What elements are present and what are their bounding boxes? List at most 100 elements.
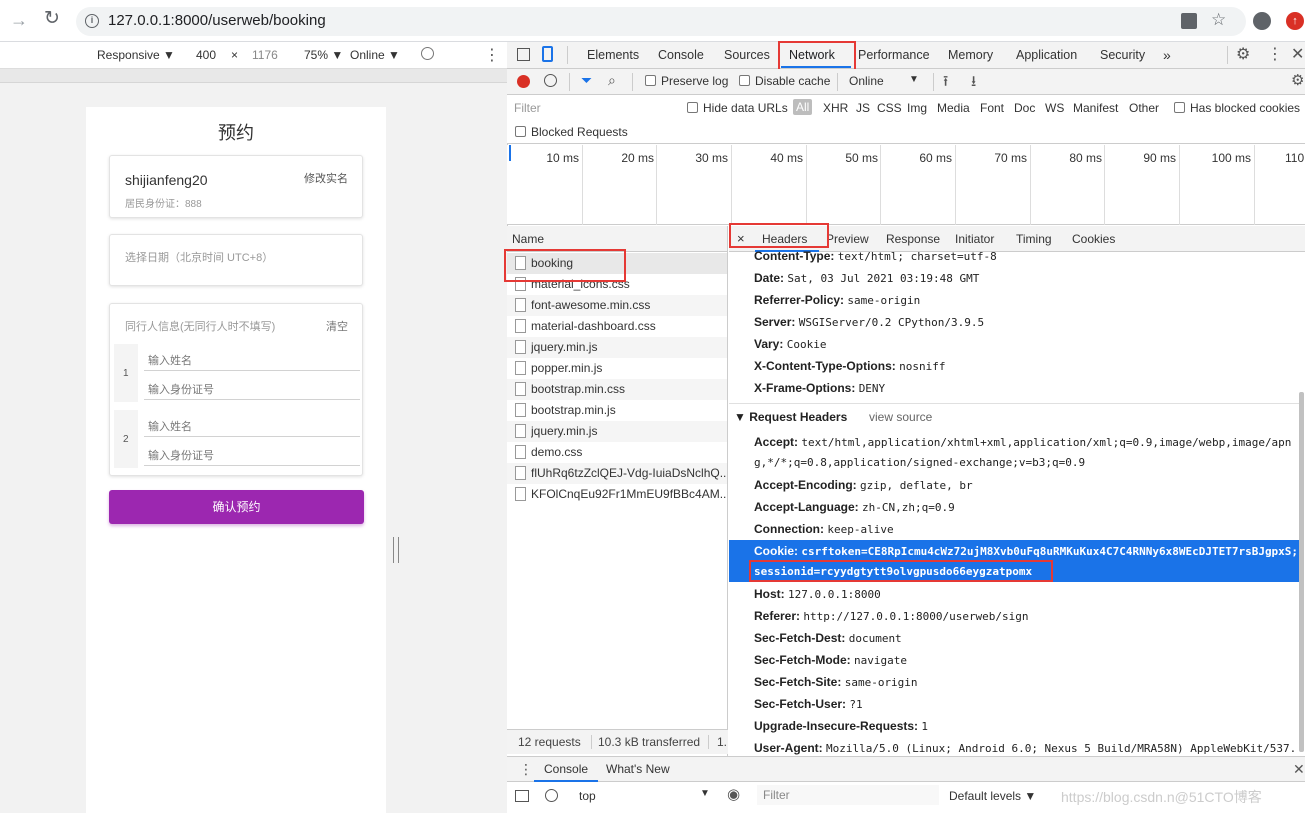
filter-input[interactable]: Filter: [511, 98, 675, 118]
filter-type-media[interactable]: Media: [937, 101, 970, 115]
filter-type-all[interactable]: All: [793, 99, 813, 115]
request-row[interactable]: material-dashboard.css: [507, 316, 727, 337]
avatar[interactable]: [1253, 12, 1271, 30]
default-levels-select[interactable]: Default levels ▼: [949, 789, 1036, 803]
url-text[interactable]: 127.0.0.1:8000/userweb/booking: [108, 12, 326, 30]
date-card[interactable]: 选择日期（北京时间 UTC+8）: [109, 234, 363, 286]
forward-icon[interactable]: →: [10, 11, 28, 29]
device-toggle-icon[interactable]: [542, 46, 553, 62]
zoom-select[interactable]: 75% ▼: [304, 48, 343, 62]
header-cookie-sessionid[interactable]: sessionid=rcyydgtytt9olvgpusdo66eygzatpo…: [754, 564, 1032, 580]
companion-name-input[interactable]: 输入姓名: [148, 418, 192, 434]
clear-console-icon[interactable]: [545, 789, 558, 802]
record-icon[interactable]: [517, 75, 530, 88]
network-settings-icon[interactable]: ⚙: [1291, 71, 1304, 89]
tab-security[interactable]: Security: [1100, 42, 1145, 68]
companion-name-input[interactable]: 输入姓名: [148, 352, 192, 368]
filter-type-img[interactable]: Img: [907, 101, 927, 115]
filter-type-ws[interactable]: WS: [1045, 101, 1064, 115]
clear-button[interactable]: 清空: [326, 318, 348, 334]
throttle-select[interactable]: Online ▼: [350, 48, 400, 62]
request-row[interactable]: jquery.min.js: [507, 421, 727, 442]
filter-type-doc[interactable]: Doc: [1014, 101, 1035, 115]
devtools-menu-icon[interactable]: ⋮: [1267, 44, 1283, 64]
request-row[interactable]: KFOlCnqEu92Fr1MmEU9fBBc4AM...: [507, 484, 727, 505]
disable-cache-checkbox[interactable]: Disable cache: [739, 74, 830, 88]
preserve-log-checkbox[interactable]: Preserve log: [645, 74, 728, 88]
rotate-icon[interactable]: [421, 47, 434, 60]
search-icon[interactable]: ⌕: [608, 72, 616, 89]
tab-memory[interactable]: Memory: [948, 42, 993, 68]
filter-type-xhr[interactable]: XHR: [823, 101, 848, 115]
console-filter-input[interactable]: Filter: [757, 785, 939, 805]
companion-id-input[interactable]: 输入身份证号: [148, 447, 214, 463]
header-cookie[interactable]: Cookie: csrftoken=CE8RpIcmu4cWz72ujM8Xvb…: [754, 543, 1298, 560]
detail-scrollbar[interactable]: [1299, 392, 1304, 752]
edit-name-link[interactable]: 修改实名: [304, 170, 348, 186]
tab-network[interactable]: Network: [789, 42, 835, 68]
device-width-input[interactable]: 400: [196, 48, 216, 62]
device-height-input[interactable]: 1176: [252, 48, 278, 62]
request-row[interactable]: booking: [507, 253, 727, 274]
export-har-icon[interactable]: ⭳: [971, 71, 976, 96]
detail-tab-cookies[interactable]: Cookies: [1072, 226, 1115, 252]
resize-handle[interactable]: [393, 537, 399, 563]
tab-application[interactable]: Application: [1016, 42, 1077, 68]
date-placeholder[interactable]: 选择日期（北京时间 UTC+8）: [125, 249, 273, 265]
filter-type-css[interactable]: CSS: [877, 101, 902, 115]
tab-sources[interactable]: Sources: [724, 42, 770, 68]
filter-type-other[interactable]: Other: [1129, 101, 1159, 115]
filter-type-manifest[interactable]: Manifest: [1073, 101, 1118, 115]
detail-tab-timing[interactable]: Timing: [1016, 226, 1052, 252]
close-drawer-icon[interactable]: ✕: [1293, 757, 1305, 781]
drawer-tab-whats-new[interactable]: What's New: [606, 757, 670, 781]
address-bar[interactable]: i 127.0.0.1:8000/userweb/booking ☆: [76, 7, 1246, 36]
throttling-select[interactable]: Online: [849, 74, 884, 88]
close-devtools-icon[interactable]: ✕: [1291, 44, 1304, 64]
drawer-tab-console[interactable]: Console: [544, 757, 588, 781]
header-row: Upgrade-Insecure-Requests: 1: [754, 719, 929, 733]
confirm-booking-button[interactable]: 确认预约: [109, 490, 364, 524]
request-row[interactable]: font-awesome.min.css: [507, 295, 727, 316]
tab-performance[interactable]: Performance: [858, 42, 930, 68]
eye-icon[interactable]: ◉: [727, 785, 740, 803]
reload-icon[interactable]: ↻: [44, 9, 60, 29]
star-icon[interactable]: ☆: [1211, 10, 1226, 30]
more-options-icon[interactable]: ⋮: [484, 45, 500, 65]
sidebar-toggle-icon[interactable]: [515, 790, 529, 802]
companion-id-input[interactable]: 输入身份证号: [148, 381, 214, 397]
blocked-requests-checkbox[interactable]: Blocked Requests: [515, 125, 628, 139]
tab-console[interactable]: Console: [658, 42, 704, 68]
settings-icon[interactable]: ⚙: [1236, 44, 1250, 64]
request-row[interactable]: bootstrap.min.js: [507, 400, 727, 421]
inspect-icon[interactable]: [517, 48, 530, 61]
update-icon[interactable]: ↑: [1286, 12, 1304, 30]
more-tabs-icon[interactable]: »: [1163, 42, 1171, 68]
info-icon[interactable]: i: [85, 14, 99, 28]
close-detail-icon[interactable]: ×: [737, 226, 745, 252]
hide-data-urls-checkbox[interactable]: Hide data URLs: [687, 101, 788, 115]
filter-type-js[interactable]: JS: [856, 101, 870, 115]
timeline-overview[interactable]: 10 ms 20 ms 30 ms 40 ms 50 ms 60 ms 70 m…: [507, 145, 1305, 225]
device-mode-select[interactable]: Responsive ▼: [97, 48, 175, 62]
view-source-link[interactable]: view source: [869, 410, 932, 424]
clear-icon[interactable]: [544, 74, 557, 87]
request-headers-toggle[interactable]: ▼ Request Headers: [734, 410, 847, 424]
request-row[interactable]: demo.css: [507, 442, 727, 463]
filter-icon[interactable]: ⏷: [581, 72, 592, 89]
filter-type-font[interactable]: Font: [980, 101, 1004, 115]
request-row[interactable]: jquery.min.js: [507, 337, 727, 358]
tab-elements[interactable]: Elements: [587, 42, 639, 68]
has-blocked-cookies-checkbox[interactable]: Has blocked cookies: [1174, 101, 1300, 115]
request-row[interactable]: flUhRq6tzZclQEJ-Vdg-IuiaDsNclhQ...: [507, 463, 727, 484]
context-arrow-icon[interactable]: ▼: [700, 788, 710, 799]
import-har-icon[interactable]: ⭱: [943, 71, 948, 96]
throttling-arrow-icon[interactable]: ▼: [909, 74, 919, 85]
request-row[interactable]: popper.min.js: [507, 358, 727, 379]
translate-icon[interactable]: [1181, 13, 1197, 29]
context-select[interactable]: top: [579, 789, 596, 803]
list-header-name[interactable]: Name: [507, 226, 728, 252]
drawer-menu-icon[interactable]: ⋮: [519, 757, 533, 781]
request-row[interactable]: bootstrap.min.css: [507, 379, 727, 400]
request-row[interactable]: material_icons.css: [507, 274, 727, 295]
